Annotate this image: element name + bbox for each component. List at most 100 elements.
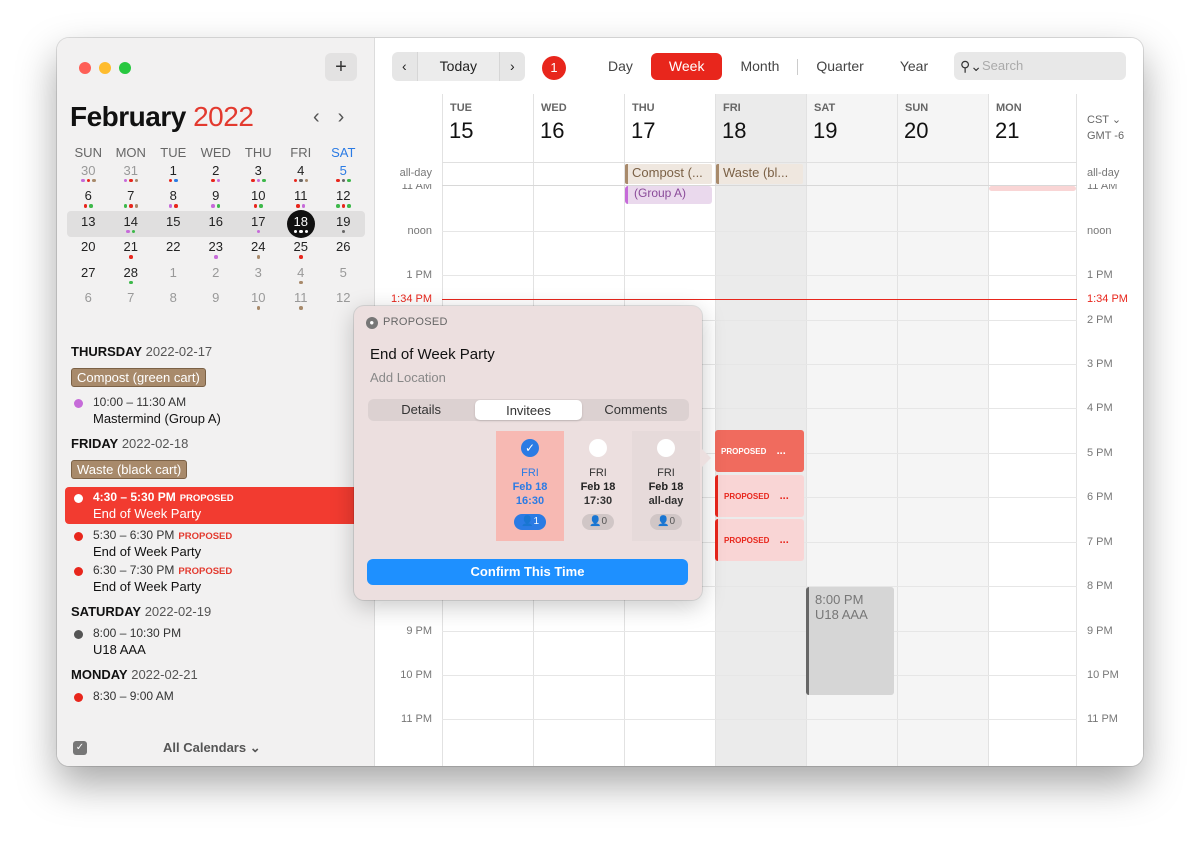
mini-calendar-day[interactable]: 11 <box>280 186 323 212</box>
day-number[interactable]: 16 <box>540 118 564 144</box>
mini-calendar-day[interactable]: 9 <box>195 288 238 314</box>
view-quarter-button[interactable]: Quarter <box>798 53 881 80</box>
mini-calendar-day[interactable]: 10 <box>237 186 280 212</box>
prev-month-button[interactable]: ‹ <box>313 106 320 129</box>
confirm-time-button[interactable]: Confirm This Time <box>367 559 688 585</box>
next-month-button[interactable]: › <box>338 106 345 129</box>
mini-calendar-day[interactable]: 5 <box>322 262 365 288</box>
location-field[interactable]: Add Location <box>370 370 446 385</box>
view-week-button[interactable]: Week <box>650 53 723 80</box>
mini-calendar-day[interactable]: 15 <box>152 211 195 237</box>
all-calendars-menu[interactable]: All Calendars ⌄ <box>163 740 261 756</box>
more-icon[interactable]: ... <box>777 445 786 457</box>
notifications-badge[interactable]: 1 <box>542 56 566 80</box>
mini-calendar-day[interactable]: 9 <box>195 186 238 212</box>
event-title-field[interactable]: End of Week Party <box>370 346 495 363</box>
mini-calendar-day[interactable]: 20 <box>67 237 110 263</box>
mini-calendar-day[interactable]: 30 <box>67 160 110 186</box>
agenda-allday-event[interactable]: Waste (black cart) <box>71 460 188 479</box>
day-number[interactable]: 20 <box>904 118 928 144</box>
tab-comments[interactable]: Comments <box>583 399 689 421</box>
next-week-button[interactable]: › <box>500 52 525 81</box>
tab-invitees[interactable]: Invitees <box>475 400 582 420</box>
mini-calendar-day[interactable]: 26 <box>322 237 365 263</box>
mini-calendar-day[interactable]: 23 <box>195 237 238 263</box>
day-number[interactable]: 18 <box>722 118 746 144</box>
mini-calendar-day[interactable]: 4 <box>280 160 323 186</box>
mini-calendar-day[interactable]: 3 <box>237 262 280 288</box>
weekday-sun: SUN <box>74 144 102 160</box>
mini-calendar-day[interactable]: 7 <box>110 186 153 212</box>
mini-calendar-day[interactable]: 3 <box>237 160 280 186</box>
mini-calendar-day[interactable]: 24 <box>237 237 280 263</box>
minimize-window-button[interactable] <box>99 62 111 74</box>
zoom-window-button[interactable] <box>119 62 131 74</box>
mini-calendar-day[interactable]: 27 <box>67 262 110 288</box>
today-button[interactable]: Today <box>416 52 501 81</box>
mini-calendar-day[interactable]: 6 <box>67 288 110 314</box>
mini-calendar-day[interactable]: 6 <box>67 186 110 212</box>
day-number[interactable]: 17 <box>631 118 655 144</box>
proposed-event[interactable]: PROPOSED ... <box>715 519 804 561</box>
all-calendars-checkbox[interactable]: ✓ <box>73 741 87 755</box>
calendar-event[interactable]: 8:00 PM U18 AAA <box>806 587 894 695</box>
search-input[interactable]: ⚲⌄ Search <box>954 52 1126 80</box>
mini-calendar-day[interactable]: 14 <box>110 211 153 237</box>
mini-calendar-day[interactable]: 25 <box>280 237 323 263</box>
allday-event[interactable]: Compost (... <box>625 164 712 184</box>
mini-calendar-day[interactable]: 13 <box>67 211 110 237</box>
more-icon[interactable]: ... <box>780 534 789 546</box>
proposed-event-selected[interactable]: PROPOSED ... <box>715 430 804 472</box>
agenda-event[interactable]: 6:30 – 7:30 PM PROPOSED End of Week Party <box>71 563 361 594</box>
agenda-allday-event[interactable]: Compost (green cart) <box>71 368 206 387</box>
mini-calendar-day[interactable]: 8 <box>152 288 195 314</box>
mini-calendar-day[interactable]: 2 <box>195 160 238 186</box>
allday-event[interactable]: Waste (bl... <box>716 164 803 184</box>
timezone-selector[interactable]: CST ⌄ GMT -6 <box>1087 112 1124 144</box>
mini-calendar-day[interactable]: 28 <box>110 262 153 288</box>
mini-calendar-day[interactable]: 17 <box>237 211 280 237</box>
view-month-button[interactable]: Month <box>722 53 797 80</box>
day-column[interactable] <box>988 94 1077 766</box>
mini-calendar-day[interactable]: 8 <box>152 186 195 212</box>
mini-calendar-day[interactable]: 16 <box>195 211 238 237</box>
view-day-button[interactable]: Day <box>590 53 651 80</box>
add-event-button[interactable]: + <box>325 53 357 81</box>
calendar-event[interactable] <box>989 186 1076 191</box>
mini-calendar-day[interactable]: 10 <box>237 288 280 314</box>
mini-calendar-day[interactable]: 1 <box>152 160 195 186</box>
day-number[interactable]: 19 <box>813 118 837 144</box>
time-option-selected[interactable]: ✓ FRI Feb 18 16:30 👤1 <box>496 431 564 541</box>
mini-calendar-day[interactable]: 22 <box>152 237 195 263</box>
close-window-button[interactable] <box>79 62 91 74</box>
prev-week-button[interactable]: ‹ <box>392 52 417 81</box>
mini-calendar-day[interactable]: 31 <box>110 160 153 186</box>
agenda-event-selected[interactable]: 4:30 – 5:30 PM PROPOSED End of Week Party <box>65 487 379 524</box>
mini-calendar-day[interactable]: 19 <box>322 211 365 237</box>
day-column[interactable] <box>897 94 988 766</box>
agenda-event[interactable]: 8:30 – 9:00 AM <box>71 689 361 703</box>
more-icon[interactable]: ... <box>780 490 789 502</box>
event-dot <box>126 229 130 234</box>
calendar-event[interactable]: (Group A) <box>625 186 712 204</box>
time-option[interactable]: FRI Feb 18 17:30 👤0 <box>564 431 632 541</box>
view-year-button[interactable]: Year <box>882 53 946 80</box>
mini-calendar-day[interactable]: 12 <box>322 186 365 212</box>
mini-calendar-day[interactable]: 5 <box>322 160 365 186</box>
mini-calendar-day-today[interactable]: 18 <box>280 210 323 238</box>
event-dot <box>304 229 308 234</box>
tab-details[interactable]: Details <box>368 399 474 421</box>
time-option[interactable]: FRI Feb 18 all-day 👤0 <box>632 431 700 541</box>
agenda-event[interactable]: 8:00 – 10:30 PM U18 AAA <box>71 626 361 657</box>
agenda-event[interactable]: 10:00 – 11:30 AM Mastermind (Group A) <box>71 395 361 426</box>
proposed-event[interactable]: PROPOSED ... <box>715 475 804 517</box>
mini-calendar-day[interactable]: 11 <box>280 288 323 314</box>
mini-calendar-day[interactable]: 1 <box>152 262 195 288</box>
mini-calendar-day[interactable]: 7 <box>110 288 153 314</box>
mini-calendar-day[interactable]: 21 <box>110 237 153 263</box>
day-number[interactable]: 21 <box>995 118 1019 144</box>
mini-calendar-day[interactable]: 4 <box>280 262 323 288</box>
agenda-event[interactable]: 5:30 – 6:30 PM PROPOSED End of Week Party <box>71 528 361 559</box>
day-number[interactable]: 15 <box>449 118 473 144</box>
mini-calendar-day[interactable]: 2 <box>195 262 238 288</box>
